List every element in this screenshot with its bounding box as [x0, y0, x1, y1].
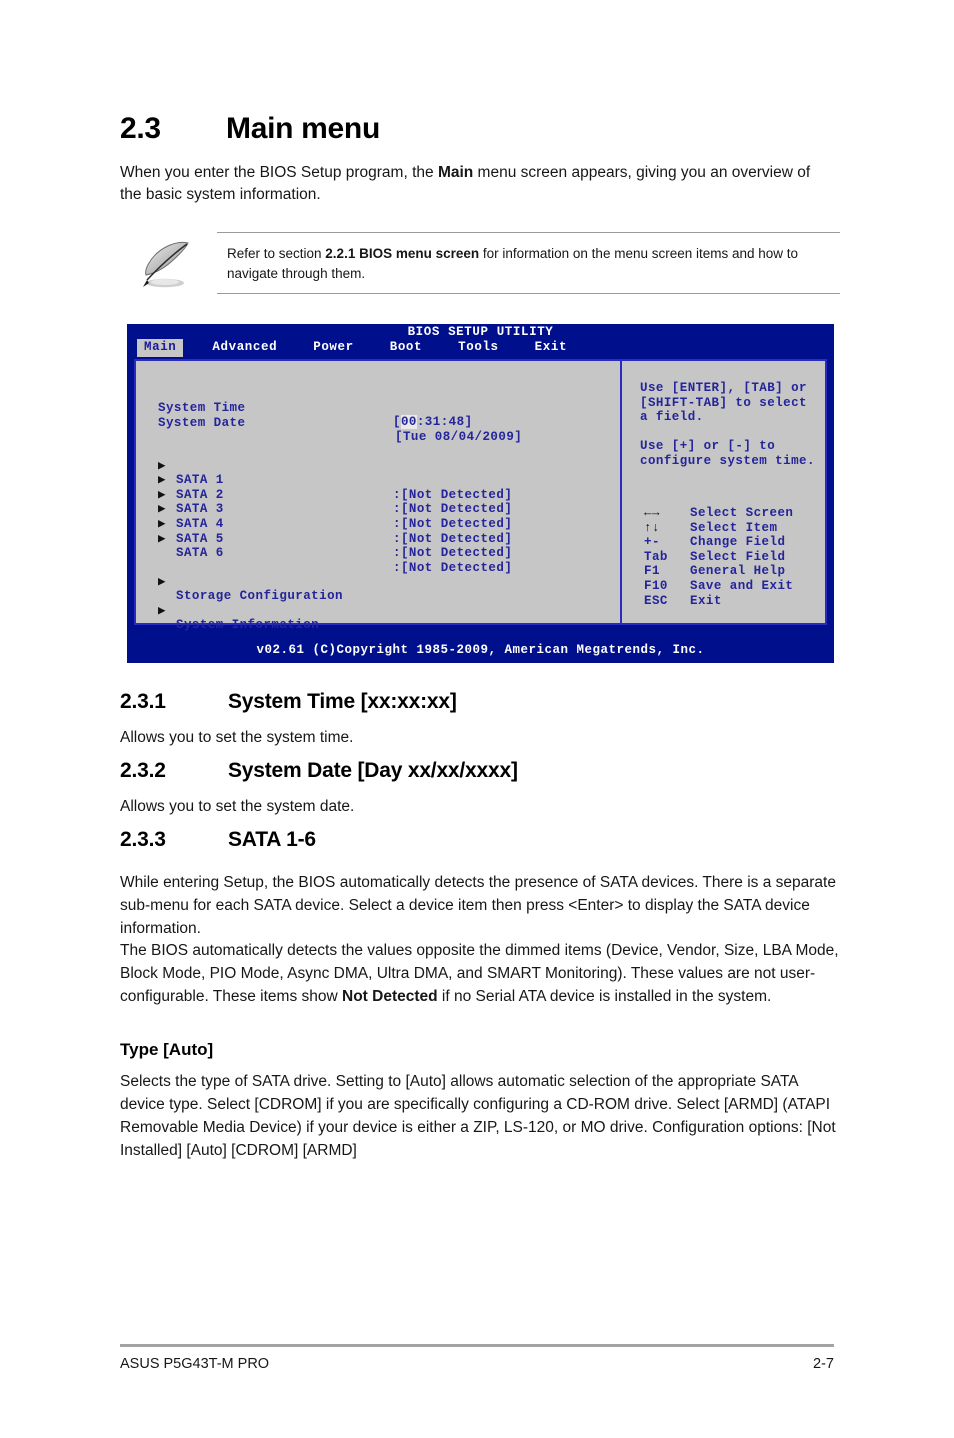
bios-title: BIOS SETUP UTILITY [407, 325, 554, 339]
subsection-number-231: 2.3.1 [120, 690, 166, 713]
sata-1-value: :[Not Detected] [393, 487, 513, 502]
type-auto-heading: Type [Auto] [120, 1040, 214, 1059]
note-top-divider [217, 232, 840, 233]
legend-key-f1: F1 [644, 564, 660, 579]
subsection-title-231: System Time [xx:xx:xx] [228, 690, 457, 713]
legend-label-general-help: General Help [690, 564, 786, 579]
section-number: 2.3 [120, 112, 161, 145]
legend-label-select-item: Select Item [690, 520, 778, 535]
subsection-body-232: Allows you to set the system date. [120, 798, 355, 815]
legend-key-f10: F10 [644, 579, 668, 593]
sata-4-value: :[Not Detected] [393, 531, 513, 546]
subsection-title-232: System Date [Day xx/xx/xxxx] [228, 759, 518, 782]
submenu-arrow-icon: ▶ [158, 531, 166, 546]
subsection-number-233: 2.3.3 [120, 828, 166, 851]
bios-menu-bar: Main Advanced Power Boot Tools Exit [137, 339, 574, 357]
note-text-before: Refer to section [227, 246, 326, 261]
system-date-label: System Date [158, 415, 246, 430]
system-time-rest: :31:48] [416, 415, 473, 430]
bios-main-pane: System Time [00:31:48] System Date [Tue … [136, 361, 622, 632]
system-time-value[interactable]: [00:31:48] [393, 415, 473, 430]
type-auto-body: Selects the type of SATA drive. Setting … [120, 1073, 836, 1159]
section-title: Main menu [226, 112, 380, 145]
intro-paragraph: When you enter the BIOS Setup program, t… [120, 162, 820, 207]
document-page: 2.3 Main menu When you enter the BIOS Se… [0, 0, 954, 1438]
bios-tab-exit[interactable]: Exit [528, 339, 574, 357]
system-time-bracket-open: [ [393, 415, 401, 430]
footer-page-number: 2-7 [813, 1356, 834, 1372]
subsection-233-paragraph-1: While entering Setup, the BIOS automatic… [120, 874, 836, 937]
bios-setup-screenshot: BIOS SETUP UTILITY Main Advanced Power B… [127, 324, 834, 663]
bios-content-panel: System Time [00:31:48] System Date [Tue … [134, 359, 827, 632]
subsection-title-233: SATA 1-6 [228, 828, 316, 851]
legend-label-change-field: Change Field [690, 535, 786, 550]
sata-5-value: :[Not Detected] [393, 546, 513, 561]
footer-product-name: ASUS P5G43T-M PRO [120, 1356, 270, 1372]
bios-tab-boot[interactable]: Boot [383, 339, 429, 357]
bios-tab-power[interactable]: Power [306, 339, 361, 357]
sata-3-value: :[Not Detected] [393, 516, 513, 531]
subsection-233-paragraph-2: The BIOS automatically detects the value… [120, 940, 842, 1009]
subsection-heading-232: 2.3.2 System Date [Day xx/xx/xxxx] [120, 759, 860, 783]
legend-label-select-screen: Select Screen [690, 506, 794, 520]
legend-key-plus-minus: +- [644, 535, 660, 550]
up-down-arrow-icon: ↑↓ [644, 520, 660, 535]
submenu-arrow-icon: ▶ [158, 574, 166, 589]
para2-bold: Not Detected [342, 987, 438, 1005]
para2-after: if no Serial ATA device is installed in … [437, 987, 772, 1005]
note-box: Refer to section 2.2.1 BIOS menu screen … [135, 232, 840, 294]
help-line-3: a field. [640, 410, 704, 425]
note-text: Refer to section 2.2.1 BIOS menu screen … [227, 244, 827, 285]
subsection-body-231: Allows you to set the system time. [120, 729, 354, 746]
legend-label-select-field: Select Field [690, 549, 786, 564]
subsection-heading-231: 2.3.1 System Time [xx:xx:xx] [120, 690, 860, 714]
system-date-bracket-open: [ [395, 430, 403, 445]
intro-text-before: When you enter the BIOS Setup program, t… [120, 164, 438, 181]
system-time-hours-highlight[interactable]: 00 [400, 415, 417, 430]
bios-item-system-information[interactable]: ▶ System Information [136, 589, 319, 647]
intro-text-bold: Main [437, 164, 474, 181]
note-bottom-divider [217, 293, 840, 294]
bios-tab-main[interactable]: Main [137, 339, 184, 357]
footer-divider [120, 1344, 834, 1347]
legend-key-tab: Tab [644, 549, 668, 564]
sata-6-value: :[Not Detected] [393, 560, 513, 575]
legend-key-esc: ESC [644, 593, 668, 608]
page-title: 2.3 Main menu [120, 112, 840, 146]
note-text-bold: 2.2.1 BIOS menu screen [325, 246, 480, 261]
bios-copyright-bar: v02.61 (C)Copyright 1985-2009, American … [256, 643, 705, 658]
bios-tab-tools[interactable]: Tools [451, 339, 506, 357]
help-line-1: Use [ENTER], [TAB] or [640, 381, 807, 395]
subsection-number-232: 2.3.2 [120, 759, 166, 782]
quill-pen-icon [135, 236, 205, 292]
left-right-arrow-icon: ←→ [644, 506, 660, 520]
legend-label-save-and-exit: Save and Exit [690, 579, 794, 593]
system-date-rest: Tue 08/04/2009] [402, 430, 523, 445]
sata-6-label: SATA 6 [176, 546, 224, 561]
system-information-label: System Information [176, 618, 320, 633]
system-date-value[interactable]: [Tue 08/04/2009] [395, 430, 522, 445]
help-line-6: configure system time. [640, 453, 815, 468]
subsection-heading-233: 2.3.3 SATA 1-6 [120, 828, 860, 852]
submenu-arrow-icon: ▶ [158, 603, 166, 618]
legend-label-exit: Exit [690, 593, 722, 608]
help-line-2: [SHIFT-TAB] to select [640, 395, 807, 410]
bios-tab-advanced[interactable]: Advanced [205, 339, 284, 357]
bios-help-pane: Use [ENTER], [TAB] or [SHIFT-TAB] to sel… [622, 361, 825, 623]
help-line-5: Use [+] or [-] to [640, 439, 776, 453]
sata-2-value: :[Not Detected] [393, 502, 513, 517]
